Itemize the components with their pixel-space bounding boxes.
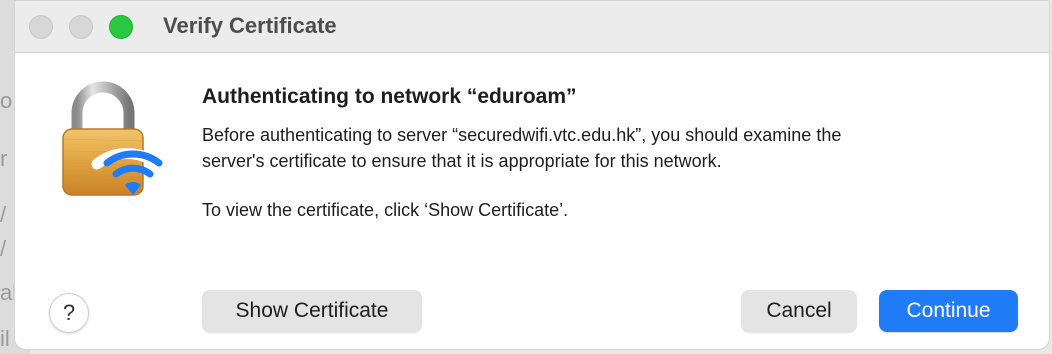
help-button[interactable]: ? [49, 293, 89, 333]
background-text: il [0, 326, 10, 351]
background-text: / [0, 202, 7, 227]
message-line: Before authenticating to server “secured… [202, 125, 842, 145]
minimize-window-button[interactable] [69, 15, 93, 39]
close-window-button[interactable] [29, 15, 53, 39]
background-text: / [0, 236, 7, 261]
zoom-window-button[interactable] [109, 15, 133, 39]
lock-wifi-icon [62, 81, 163, 196]
dialog-instruction: To view the certificate, click ‘Show Cer… [202, 200, 569, 220]
background-text: r [0, 146, 8, 171]
message-line: server's certificate to ensure that it i… [202, 151, 722, 171]
dialog-message: Before authenticating to server “secured… [202, 122, 1002, 174]
background-text: o [0, 88, 13, 113]
show-certificate-button[interactable]: Show Certificate [202, 290, 422, 332]
continue-button[interactable]: Continue [879, 290, 1018, 332]
dialog-heading: Authenticating to network “eduroam” [202, 85, 577, 108]
title-bar: Verify Certificate [15, 1, 1049, 53]
verify-certificate-dialog: Verify Certificate Authenticating to net… [14, 0, 1050, 350]
window-title: Verify Certificate [163, 13, 337, 38]
background-text: al [0, 280, 14, 305]
cancel-button[interactable]: Cancel [741, 290, 857, 332]
